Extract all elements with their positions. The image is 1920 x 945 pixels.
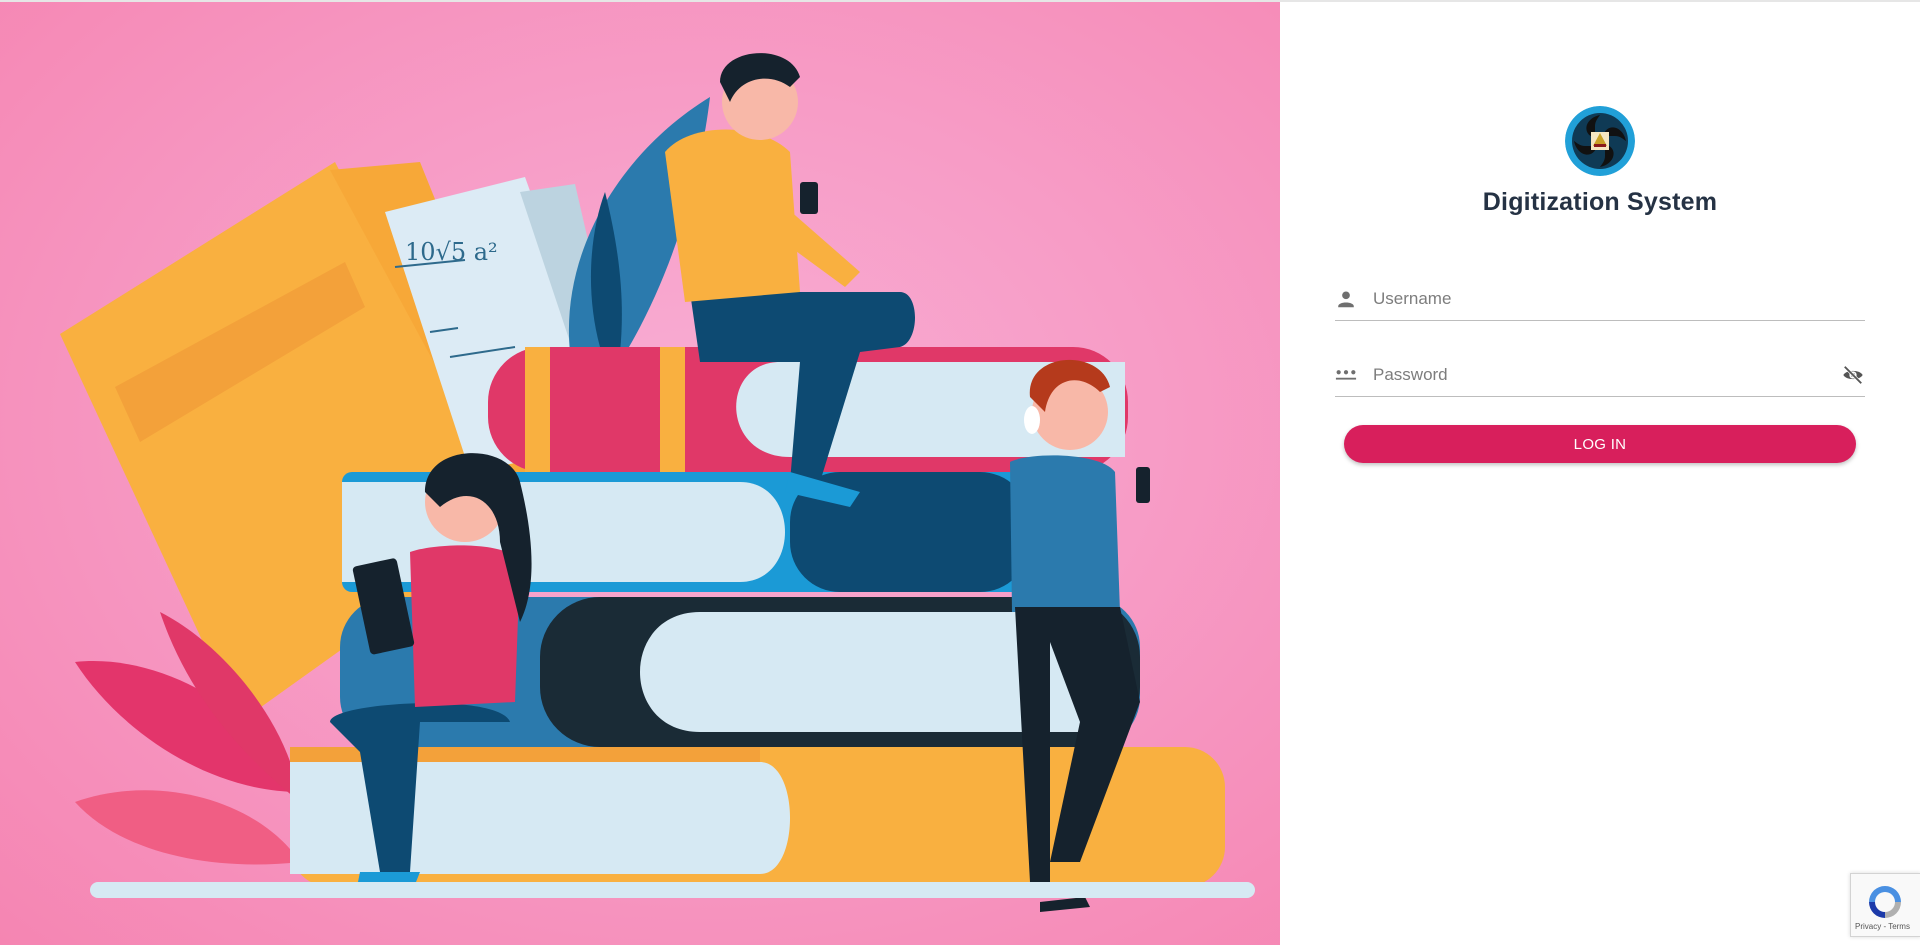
digitization-system-logo <box>1565 106 1635 176</box>
login-panel: Digitization System Username LOG IN <box>1280 2 1920 945</box>
username-field <box>1335 274 1865 321</box>
login-page: 10√5 a² Digitization System Username LOG… <box>0 0 1920 945</box>
hero-illustration: 10√5 a² <box>0 2 1280 945</box>
recaptcha-badge[interactable]: Privacy - Terms <box>1850 873 1920 937</box>
username-input[interactable] <box>1371 280 1815 318</box>
password-field <box>1335 350 1865 397</box>
eye-off-icon[interactable] <box>1841 364 1865 386</box>
hero-illustration-art: 10√5 a² <box>60 53 1255 912</box>
login-button[interactable]: LOG IN <box>1344 425 1856 463</box>
person-icon <box>1338 291 1354 308</box>
ground-line <box>90 882 1255 898</box>
recaptcha-icon <box>1869 886 1901 918</box>
password-input[interactable] <box>1371 356 1815 394</box>
recaptcha-links[interactable]: Privacy - Terms <box>1855 922 1910 931</box>
app-title: Digitization System <box>1482 188 1718 216</box>
password-dots-icon <box>1335 370 1357 380</box>
